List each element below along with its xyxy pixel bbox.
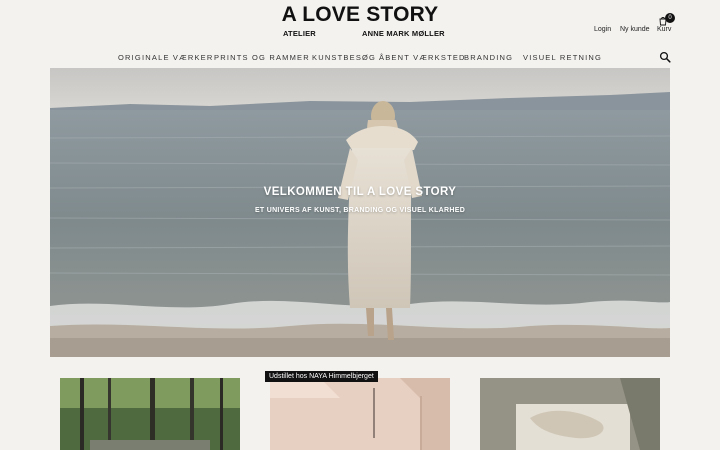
logo-subtitle-left: ATELIER [283,29,316,38]
product-card-artwork[interactable] [480,378,660,450]
nav-visuel-retning[interactable]: VISUEL RETNING [523,53,602,62]
nav-prints-og-rammer[interactable]: PRINTS OG RAMMER [214,53,310,62]
nav-branding[interactable]: BRANDING [464,53,513,62]
new-customer-link[interactable]: Ny kunde [620,26,650,33]
nav-originale-vaerker[interactable]: ORIGINALE VÆRKER [118,53,213,62]
forest-image [60,378,240,450]
cart-button[interactable]: 0 Kurv [654,13,676,37]
nav-aabent-vaerksted[interactable]: ÅBENT VÆRKSTED [379,53,466,62]
nav-kunstbesoeg[interactable]: KUNSTBESØG [312,53,376,62]
search-icon[interactable] [659,51,671,63]
card-tag-badge: Udstillet hos NAYA Himmelbjerget [265,371,378,382]
hero-subtitle: ET UNIVERS AF KUNST, BRANDING OG VISUEL … [254,207,466,214]
cart-label: Kurv [657,26,672,33]
product-card-interior[interactable] [270,378,450,450]
hero-title: VELKOMMEN TIL A LOVE STORY [263,186,457,198]
logo-title[interactable]: A LOVE STORY [260,2,460,28]
hero-banner[interactable]: VELKOMMEN TIL A LOVE STORY ET UNIVERS AF… [50,68,670,357]
product-card-forest[interactable] [60,378,240,450]
login-link[interactable]: Login [594,26,611,33]
interior-image [270,378,450,450]
cart-count-badge: 0 [665,13,675,23]
artwork-image [480,378,660,450]
logo-subtitle-right: ANNE MARK MØLLER [362,29,445,38]
main-nav: ORIGINALE VÆRKER PRINTS OG RAMMER KUNSTB… [0,53,720,63]
